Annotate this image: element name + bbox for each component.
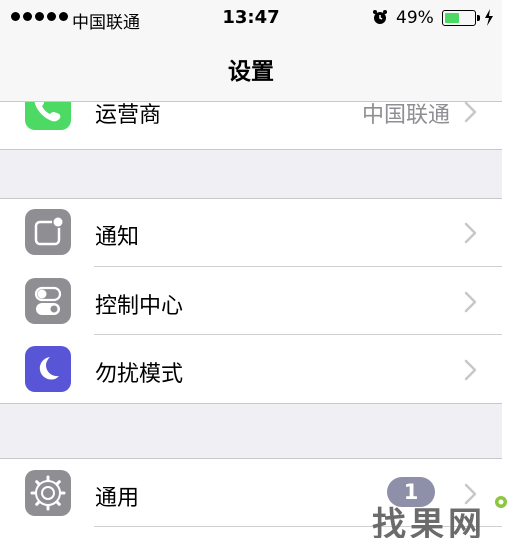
chevron-right-icon (464, 222, 477, 244)
settings-row-do-not-disturb[interactable]: 勿扰模式 (0, 335, 502, 403)
settings-row-control-center[interactable]: 控制中心 (0, 267, 502, 335)
chevron-right-icon (464, 359, 477, 381)
settings-row-label: 通用 (95, 486, 140, 511)
status-bar: 中国联通 13:47 49% (0, 0, 502, 36)
page-title: 设置 (228, 59, 274, 85)
alarm-icon (373, 10, 387, 24)
edge-strip (502, 0, 508, 538)
battery-percentage: 49% (396, 8, 434, 28)
control-center-icon (25, 278, 71, 324)
gear-icon (25, 470, 71, 516)
settings-row-notifications[interactable]: 通知 (0, 199, 502, 267)
settings-row-label: 控制中心 (95, 294, 184, 319)
chevron-right-icon (464, 291, 477, 313)
settings-screen: 运营商 中国联通 通知 控制中心 勿扰模式 通用 1 中国联通 13:47 49… (0, 0, 502, 538)
battery-cap (477, 15, 480, 21)
battery-icon (442, 10, 476, 26)
settings-row-label: 勿扰模式 (95, 362, 184, 387)
notifications-icon (25, 209, 71, 255)
watermark-logo-icon (495, 496, 507, 508)
navigation-bar: 中国联通 13:47 49% 设置 (0, 0, 502, 102)
chevron-right-icon (464, 101, 477, 123)
group-system: 通知 控制中心 勿扰模式 (0, 198, 502, 404)
charging-icon (485, 9, 493, 26)
watermark-text: 找果网 (372, 505, 486, 538)
moon-icon (25, 346, 71, 392)
settings-row-label: 通知 (95, 225, 140, 250)
